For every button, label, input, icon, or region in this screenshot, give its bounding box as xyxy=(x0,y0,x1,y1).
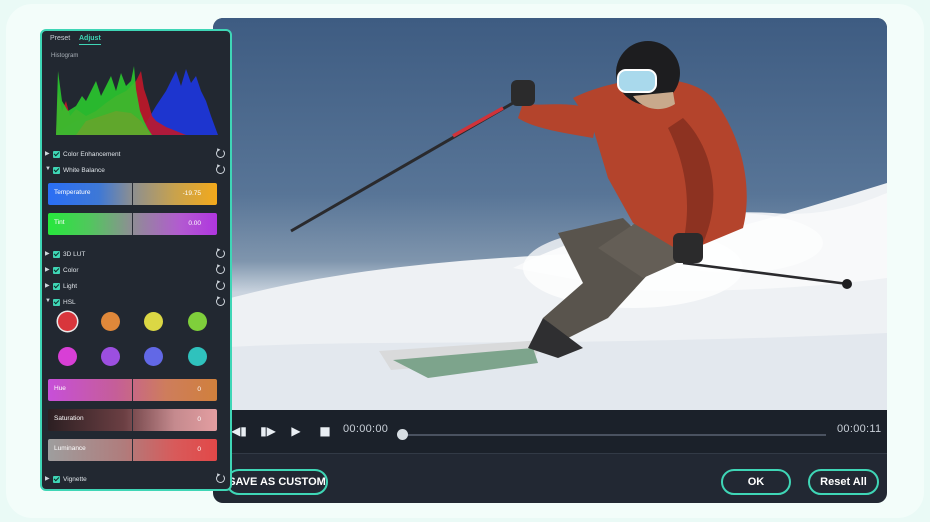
hue-label: Hue xyxy=(54,385,66,392)
triangle-down-icon[interactable]: ▼ xyxy=(45,166,51,172)
save-as-custom-button[interactable]: SAVE AS CUSTOM xyxy=(226,469,328,495)
hsl-swatch-2[interactable] xyxy=(101,312,120,331)
temperature-slider[interactable]: Temperature -19.75 xyxy=(48,183,217,205)
hsl-swatch-8[interactable] xyxy=(188,347,207,366)
reset-icon[interactable] xyxy=(216,265,225,274)
luminance-slider[interactable]: Luminance 0 xyxy=(48,439,217,461)
section-color[interactable]: ▶ Color xyxy=(42,265,230,277)
reset-icon[interactable] xyxy=(216,249,225,258)
luminance-label: Luminance xyxy=(54,445,86,452)
reset-icon[interactable] xyxy=(216,165,225,174)
hsl-swatch-5[interactable] xyxy=(58,347,77,366)
tab-preset[interactable]: Preset xyxy=(50,35,70,42)
hue-value[interactable]: 0 xyxy=(197,386,201,393)
hsl-swatch-6[interactable] xyxy=(101,347,120,366)
hue-slider[interactable]: Hue 0 xyxy=(48,379,217,401)
skier-image xyxy=(213,41,887,410)
white-balance-checkbox[interactable] xyxy=(53,167,60,174)
vignette-checkbox[interactable] xyxy=(53,476,60,483)
section-vignette[interactable]: ▶ Vignette xyxy=(42,474,230,486)
reset-icon[interactable] xyxy=(216,281,225,290)
video-preview[interactable] xyxy=(213,18,887,410)
hsl-swatch-7[interactable] xyxy=(144,347,163,366)
triangle-right-icon[interactable]: ▶ xyxy=(45,250,50,257)
tint-label: Tint xyxy=(54,219,65,226)
hsl-label: HSL xyxy=(63,299,76,306)
color-label: Color xyxy=(63,267,79,274)
hsl-swatch-1[interactable] xyxy=(58,312,77,331)
slider-center-mark xyxy=(132,213,133,235)
stop-icon[interactable]: ■ xyxy=(316,422,334,440)
tint-value[interactable]: 0.00 xyxy=(188,220,201,227)
section-light[interactable]: ▶ Light xyxy=(42,281,230,293)
step-forward-icon[interactable]: ▮▶ xyxy=(259,422,277,440)
lut-checkbox[interactable] xyxy=(53,251,60,258)
step-back-icon[interactable]: ◀▮ xyxy=(230,422,248,440)
triangle-right-icon[interactable]: ▶ xyxy=(45,282,50,289)
color-checkbox[interactable] xyxy=(53,267,60,274)
playback-controls: ◀▮ ▮▶ ▶ ■ 00:00:00 00:00:11 xyxy=(213,410,887,453)
triangle-down-icon[interactable]: ▼ xyxy=(45,298,51,304)
hsl-swatch-4[interactable] xyxy=(188,312,207,331)
saturation-label: Saturation xyxy=(54,415,84,422)
slider-center-mark xyxy=(132,379,133,401)
light-label: Light xyxy=(63,283,78,290)
saturation-slider[interactable]: Saturation 0 xyxy=(48,409,217,431)
histogram-chart xyxy=(56,66,218,135)
divider xyxy=(213,453,887,454)
video-editor-window: ◀▮ ▮▶ ▶ ■ 00:00:00 00:00:11 SAVE AS CUST… xyxy=(213,18,887,503)
play-icon[interactable]: ▶ xyxy=(287,422,305,440)
color-enhancement-label: Color Enhancement xyxy=(63,151,121,158)
ok-button[interactable]: OK xyxy=(721,469,791,495)
tab-adjust[interactable]: Adjust xyxy=(79,35,101,42)
vignette-label: Vignette xyxy=(63,476,87,483)
current-time: 00:00:00 xyxy=(343,423,389,435)
slider-center-mark xyxy=(132,409,133,431)
triangle-right-icon[interactable]: ▶ xyxy=(45,150,50,157)
triangle-right-icon[interactable]: ▶ xyxy=(45,475,50,482)
histogram-label: Histogram xyxy=(51,53,79,59)
section-color-enhancement[interactable]: ▶ Color Enhancement xyxy=(42,149,230,161)
triangle-right-icon[interactable]: ▶ xyxy=(45,266,50,273)
section-3d-lut[interactable]: ▶ 3D LUT xyxy=(42,249,230,261)
temperature-label: Temperature xyxy=(54,189,91,196)
luminance-value[interactable]: 0 xyxy=(197,446,201,453)
slider-center-mark xyxy=(132,439,133,461)
color-enhancement-checkbox[interactable] xyxy=(53,151,60,158)
timeline-scrubber[interactable] xyxy=(397,429,408,440)
tab-underline xyxy=(79,44,101,45)
total-time: 00:00:11 xyxy=(837,423,882,435)
reset-icon[interactable] xyxy=(216,297,225,306)
lut-label: 3D LUT xyxy=(63,251,86,258)
section-hsl[interactable]: ▼ HSL xyxy=(42,297,230,309)
hsl-swatch-3[interactable] xyxy=(144,312,163,331)
light-checkbox[interactable] xyxy=(53,283,60,290)
white-balance-label: White Balance xyxy=(63,167,105,174)
section-white-balance[interactable]: ▼ White Balance xyxy=(42,165,230,177)
temperature-value[interactable]: -19.75 xyxy=(183,190,201,197)
hsl-checkbox[interactable] xyxy=(53,299,60,306)
timeline-track[interactable] xyxy=(401,434,826,436)
adjust-panel: Preset Adjust Histogram ▶ Color Enhancem… xyxy=(40,29,232,491)
slider-center-mark xyxy=(132,183,133,205)
tint-slider[interactable]: Tint 0.00 xyxy=(48,213,217,235)
saturation-value[interactable]: 0 xyxy=(197,416,201,423)
reset-icon[interactable] xyxy=(216,149,225,158)
reset-all-button[interactable]: Reset All xyxy=(808,469,879,495)
reset-icon[interactable] xyxy=(216,474,225,483)
